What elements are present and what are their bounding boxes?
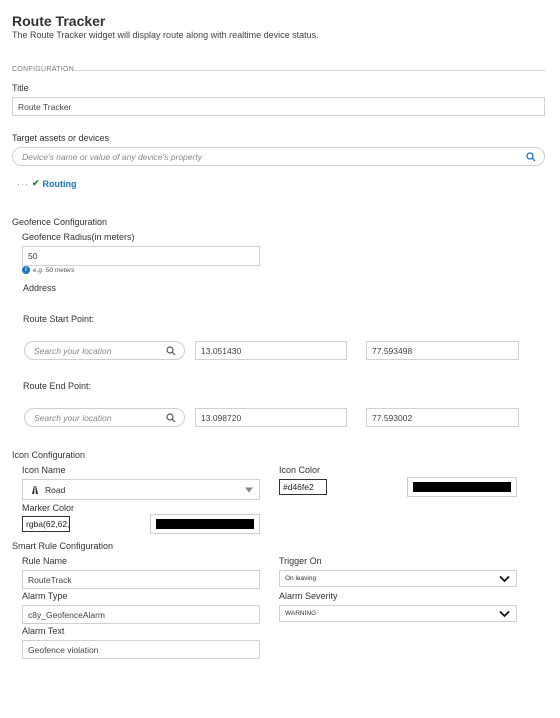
configuration-legend: CONFIGURATION — [12, 66, 75, 73]
marker-color-fill — [156, 519, 254, 529]
search-icon[interactable] — [166, 412, 176, 423]
check-icon: ✔ — [32, 178, 40, 188]
target-search-input[interactable]: Device's name or value of any device's p… — [12, 147, 545, 166]
routing-label: Routing — [42, 178, 77, 189]
icon-color-input[interactable]: #d46fe2 — [279, 479, 327, 495]
alarm-severity-select[interactable]: WARNING — [279, 605, 517, 622]
radius-hint: i e.g. 50 meters — [22, 266, 75, 274]
info-icon: i — [22, 266, 30, 274]
route-start-search[interactable]: Search your location — [24, 341, 185, 360]
route-end-search-placeholder: Search your location — [34, 412, 112, 423]
alarm-severity-value: WARNING — [285, 610, 317, 617]
marker-color-swatch[interactable] — [150, 514, 260, 534]
search-icon[interactable] — [526, 151, 536, 162]
route-end-label: Route End Point: — [23, 381, 92, 391]
trigger-on-select[interactable]: On leaving — [279, 570, 517, 587]
route-start-latitude[interactable]: 13.051430 — [195, 341, 347, 360]
rule-name-label: Rule Name — [22, 556, 68, 566]
trigger-on-label: Trigger On — [279, 556, 322, 566]
geofence-heading: Geofence Configuration — [12, 217, 108, 227]
page-subtitle: The Route Tracker widget will display ro… — [12, 30, 319, 40]
icon-color-label: Icon Color — [279, 465, 321, 475]
icon-name-label: Icon Name — [22, 465, 66, 475]
icon-config-heading: Icon Configuration — [12, 450, 86, 460]
target-label: Target assets or devices — [12, 133, 110, 143]
alarm-type-input[interactable]: c8y_GeofenceAlarm — [22, 605, 260, 624]
alarm-severity-label: Alarm Severity — [279, 591, 338, 601]
marker-color-label: Marker Color — [22, 503, 75, 513]
rule-name-input[interactable]: RouteTrack — [22, 570, 260, 589]
title-input[interactable]: Route Tracker — [12, 97, 545, 116]
trigger-on-value: On leaving — [285, 575, 317, 582]
smart-rule-heading: Smart Rule Configuration — [12, 541, 114, 551]
geofence-radius-label: Geofence Radius(in meters) — [22, 232, 135, 242]
radius-hint-text: e.g. 50 meters — [33, 266, 75, 274]
alarm-text-input[interactable]: Geofence violation — [22, 640, 260, 659]
geofence-radius-input[interactable]: 50 — [22, 246, 260, 266]
alarm-text-label: Alarm Text — [22, 626, 65, 636]
search-icon[interactable] — [166, 345, 176, 356]
address-label: Address — [23, 283, 57, 293]
route-start-label: Route Start Point: — [23, 314, 95, 324]
legend-divider — [75, 70, 545, 71]
chevron-down-icon — [245, 487, 253, 492]
icon-color-swatch[interactable] — [407, 477, 517, 497]
chevron-down-icon — [499, 575, 510, 582]
chevron-down-icon — [499, 610, 510, 617]
tree-connector: ··· — [17, 178, 29, 189]
alarm-type-label: Alarm Type — [22, 591, 68, 601]
page-title: Route Tracker — [12, 13, 106, 29]
icon-color-fill — [413, 482, 511, 492]
icon-name-select[interactable]: Road — [22, 479, 260, 500]
road-icon — [32, 485, 38, 494]
route-end-longitude[interactable]: 77.593002 — [366, 408, 519, 427]
route-end-search[interactable]: Search your location — [24, 408, 185, 427]
route-start-search-placeholder: Search your location — [34, 345, 112, 356]
routing-item[interactable]: ··· ✔ Routing — [17, 178, 77, 189]
route-end-latitude[interactable]: 13.098720 — [195, 408, 347, 427]
target-search-placeholder: Device's name or value of any device's p… — [22, 151, 202, 162]
marker-color-input[interactable]: rgba(62,62, — [22, 516, 70, 532]
route-start-longitude[interactable]: 77.593498 — [366, 341, 519, 360]
title-label: Title — [12, 83, 29, 93]
icon-name-value: Road — [45, 484, 66, 495]
